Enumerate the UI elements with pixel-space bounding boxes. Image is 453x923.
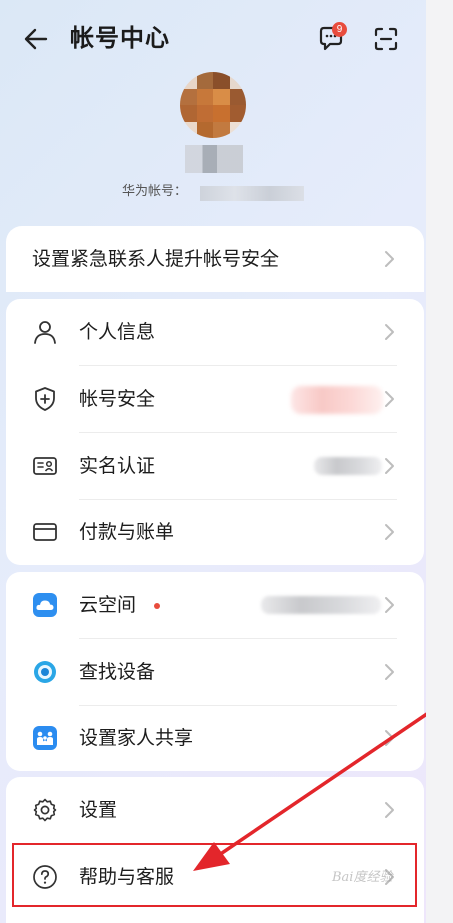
message-count-badge: 9 bbox=[332, 22, 347, 37]
security-status-blurred bbox=[291, 386, 383, 414]
chevron-right-icon bbox=[385, 458, 394, 474]
account-security-label: 帐号安全 bbox=[79, 388, 156, 410]
person-icon bbox=[34, 321, 56, 344]
personal-info-label: 个人信息 bbox=[79, 321, 156, 343]
settings-label: 设置 bbox=[79, 799, 118, 821]
cloud-usage-blurred bbox=[261, 596, 381, 614]
emergency-contact-label: 设置紧急联系人提升帐号安全 bbox=[32, 248, 280, 270]
chevron-right-icon bbox=[385, 597, 394, 613]
chevron-right-icon bbox=[385, 664, 394, 680]
nickname-blurred bbox=[185, 145, 243, 173]
chevron-right-icon bbox=[385, 524, 394, 540]
chevron-right-icon bbox=[385, 251, 394, 267]
watermark: Bai度经验 bbox=[332, 870, 393, 885]
cloud-space-row[interactable]: 云空间 bbox=[6, 572, 424, 638]
chevron-right-icon bbox=[385, 391, 394, 407]
account-security-row[interactable]: 帐号安全 bbox=[6, 366, 424, 432]
payment-billing-label: 付款与账单 bbox=[79, 521, 175, 543]
find-device-label: 查找设备 bbox=[79, 661, 156, 683]
back-arrow-icon[interactable] bbox=[22, 25, 50, 53]
chevron-right-icon bbox=[385, 730, 394, 746]
id-card-icon bbox=[33, 457, 57, 475]
scan-icon[interactable] bbox=[372, 25, 400, 53]
settings-row[interactable]: 设置 bbox=[6, 777, 424, 843]
find-device-row[interactable]: 查找设备 bbox=[6, 639, 424, 705]
cloud-icon bbox=[33, 593, 57, 617]
account-settings-card: 个人信息 帐号安全 实名认证 付款与账单 bbox=[6, 299, 424, 565]
auth-status-blurred bbox=[314, 457, 382, 475]
chevron-right-icon bbox=[385, 802, 394, 818]
real-name-auth-label: 实名认证 bbox=[79, 455, 156, 477]
cloud-space-label: 云空间 bbox=[79, 594, 137, 616]
account-label: 华为帐号： bbox=[122, 184, 188, 199]
account-center-page: 帐号中心 9 华为帐号： 设置紧急联系人提升帐号安全 个人信息 帐号安全 实名认… bbox=[0, 0, 453, 923]
avatar[interactable] bbox=[180, 72, 246, 138]
page-title: 帐号中心 bbox=[70, 24, 170, 52]
top-bar: 帐号中心 9 bbox=[0, 0, 426, 78]
new-indicator-dot bbox=[154, 603, 160, 609]
gear-icon bbox=[33, 798, 57, 822]
real-name-auth-row[interactable]: 实名认证 bbox=[6, 433, 424, 499]
family-share-row[interactable]: 设置家人共享 bbox=[6, 705, 424, 771]
family-share-icon bbox=[33, 726, 57, 750]
shield-plus-icon bbox=[35, 387, 55, 411]
emergency-contact-row[interactable]: 设置紧急联系人提升帐号安全 bbox=[6, 226, 424, 292]
family-share-label: 设置家人共享 bbox=[79, 727, 194, 749]
card-icon bbox=[33, 523, 57, 541]
payment-billing-row[interactable]: 付款与账单 bbox=[6, 499, 424, 565]
personal-info-row[interactable]: 个人信息 bbox=[6, 299, 424, 365]
account-id-blurred bbox=[200, 186, 304, 201]
services-card: 云空间 查找设备 设置家人共享 bbox=[6, 572, 424, 771]
find-device-icon bbox=[34, 661, 56, 683]
chevron-right-icon bbox=[385, 324, 394, 340]
emergency-contact-card: 设置紧急联系人提升帐号安全 bbox=[6, 226, 424, 292]
